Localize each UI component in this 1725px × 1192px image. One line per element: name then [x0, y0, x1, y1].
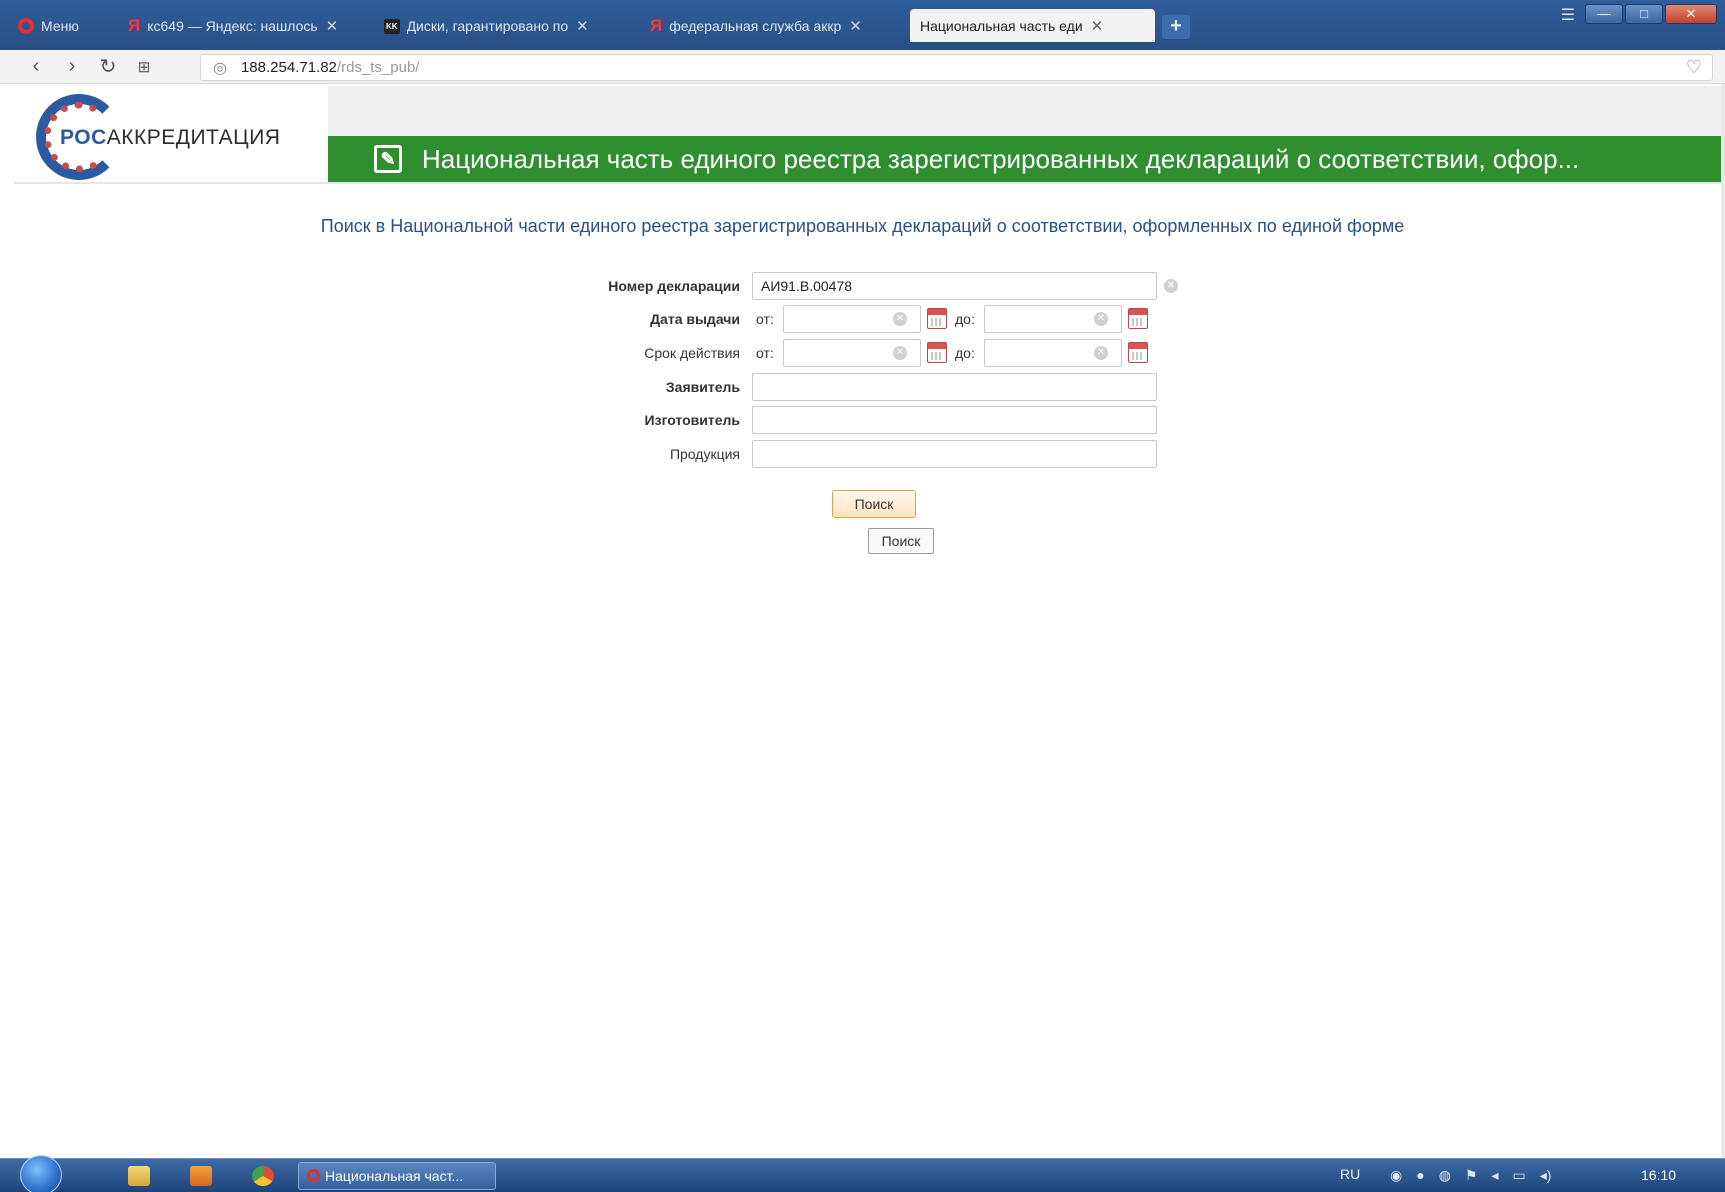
minimize-button[interactable]: —: [1585, 4, 1623, 24]
products-input[interactable]: [752, 440, 1157, 468]
speed-dial-icon[interactable]: ⊞: [126, 58, 162, 76]
page-title: Национальная часть единого реестра зарег…: [422, 143, 1580, 174]
back-button[interactable]: ‹: [18, 55, 54, 78]
declaration-number-row: Номер декларации ✕: [0, 272, 1725, 300]
yandex-icon: Я: [128, 16, 141, 35]
validity-label: Срок действия: [644, 345, 740, 361]
opera-logo-icon: [18, 18, 34, 34]
clear-field-icon[interactable]: ✕: [1094, 312, 1108, 326]
close-tab-icon[interactable]: ✕: [1091, 17, 1104, 35]
media-player-icon[interactable]: [190, 1166, 212, 1186]
start-button[interactable]: [20, 1155, 62, 1192]
action-center-flag-icon[interactable]: ⚑: [1465, 1167, 1478, 1184]
screen: Меню Я кс649 — Яндекс: нашлось ✕ KK Диск…: [0, 0, 1725, 1192]
clear-field-icon[interactable]: ✕: [893, 346, 907, 360]
from-label: от:: [756, 311, 774, 327]
calendar-icon[interactable]: [1128, 308, 1148, 329]
opera-menu-button[interactable]: Меню: [8, 11, 106, 41]
new-tab-button[interactable]: +: [1162, 15, 1190, 39]
clear-field-icon[interactable]: ✕: [893, 312, 907, 326]
calendar-icon[interactable]: [1128, 342, 1148, 363]
calendar-icon[interactable]: [927, 342, 947, 363]
taskbar-opera-window[interactable]: Национальная част...: [298, 1162, 496, 1190]
windows-taskbar: Национальная част... RU ◉ ● ◍ ⚑ ◂ ▭ ◂) 1…: [0, 1155, 1725, 1192]
opera-logo-icon: [307, 1169, 320, 1182]
manufacturer-row: Изготовитель: [0, 406, 1725, 434]
clear-field-icon[interactable]: ✕: [1094, 346, 1108, 360]
declaration-number-label: Номер декларации: [608, 278, 740, 294]
maximize-button[interactable]: □: [1625, 4, 1663, 24]
close-window-button[interactable]: ✕: [1665, 4, 1717, 24]
rosaccreditation-logo[interactable]: РОСАККРЕДИТАЦИЯ: [14, 86, 328, 182]
tab-label: кс649 — Яндекс: нашлось: [147, 18, 318, 34]
close-tab-icon[interactable]: ✕: [576, 17, 589, 35]
registry-header-bar: ✎ Национальная часть единого реестра зар…: [328, 136, 1725, 182]
tab-disks[interactable]: KK Диски, гарантировано по ✕: [374, 11, 634, 41]
forward-button[interactable]: ›: [54, 55, 90, 78]
manufacturer-input[interactable]: [752, 406, 1157, 434]
validity-row: Срок действия от: ✕ до: ✕: [0, 339, 1725, 367]
clear-field-icon[interactable]: ✕: [1164, 279, 1178, 293]
url-path: /rds_ts_pub/: [336, 59, 420, 76]
reload-button[interactable]: ↻: [90, 54, 126, 79]
issue-date-label: Дата выдачи: [650, 311, 740, 327]
site-favicon-icon: KK: [384, 18, 400, 34]
products-label: Продукция: [669, 446, 740, 462]
url-host: 188.254.71.82: [240, 59, 337, 76]
tab-menu-icon[interactable]: ☰: [1561, 5, 1575, 25]
close-tab-icon[interactable]: ✕: [326, 17, 339, 35]
applicant-input[interactable]: [752, 373, 1157, 401]
tray-browser-icon[interactable]: ◍: [1439, 1167, 1451, 1184]
tab-federal-service[interactable]: Я федеральная служба аккр ✕: [640, 11, 896, 41]
chrome-icon[interactable]: [252, 1166, 274, 1186]
browser-tab-bar: Меню Я кс649 — Яндекс: нашлось ✕ KK Диск…: [0, 0, 1725, 50]
search-heading: Поиск в Национальной части единого реест…: [320, 216, 1405, 236]
applicant-label: Заявитель: [665, 379, 740, 395]
volume-icon[interactable]: ◂: [1491, 1167, 1498, 1184]
tab-label: Национальная часть еди: [920, 17, 1083, 34]
issue-date-row: Дата выдачи от: ✕ до: ✕: [0, 305, 1725, 333]
applicant-row: Заявитель: [0, 373, 1725, 401]
declaration-number-input[interactable]: [752, 272, 1157, 300]
tab-label: федеральная служба аккр: [669, 18, 842, 34]
manufacturer-label: Изготовитель: [644, 412, 740, 428]
tab-national-registry[interactable]: Национальная часть еди ✕: [910, 9, 1155, 42]
speaker-icon[interactable]: ◂): [1540, 1167, 1552, 1184]
to-label: до:: [955, 311, 975, 327]
close-tab-icon[interactable]: ✕: [849, 17, 862, 35]
antivirus-icon[interactable]: ◉: [1390, 1167, 1402, 1184]
tab-label: Диски, гарантировано по: [406, 18, 569, 34]
tab-yandex-search[interactable]: Я кс649 — Яндекс: нашлось ✕: [118, 11, 373, 41]
header-divider: [14, 182, 1725, 184]
search-button-secondary[interactable]: Поиск: [868, 528, 934, 554]
explorer-icon[interactable]: [128, 1166, 150, 1186]
calendar-icon[interactable]: [927, 308, 947, 329]
edit-document-icon: ✎: [374, 145, 402, 173]
language-indicator[interactable]: RU: [1340, 1166, 1360, 1182]
network-icon[interactable]: ▭: [1513, 1167, 1526, 1184]
header-top-band: [328, 86, 1725, 136]
window-controls: — □ ✕: [1585, 4, 1717, 24]
tray-app-icon[interactable]: ●: [1416, 1167, 1424, 1184]
search-button[interactable]: Поиск: [832, 490, 916, 518]
site-info-icon[interactable]: ◎: [213, 58, 227, 78]
logo-text: РОСАККРЕДИТАЦИЯ: [60, 126, 281, 149]
system-tray: ◉ ● ◍ ⚑ ◂ ▭ ◂): [1390, 1167, 1551, 1184]
browser-nav-bar: ‹ › ↻ ⊞ ◎ 188.254.71.82 /rds_ts_pub/ ♡: [0, 50, 1725, 84]
bookmark-heart-icon[interactable]: ♡: [1686, 57, 1702, 78]
yandex-icon: Я: [650, 16, 663, 35]
taskbar-task-label: Национальная част...: [325, 1168, 464, 1184]
from-label: от:: [756, 345, 774, 361]
taskbar-clock[interactable]: 16:10: [1641, 1167, 1676, 1183]
products-row: Продукция: [0, 440, 1725, 468]
to-label: до:: [955, 345, 975, 361]
address-bar[interactable]: ◎ 188.254.71.82 /rds_ts_pub/ ♡: [200, 54, 1713, 81]
menu-label: Меню: [41, 18, 79, 34]
page-scrollbar[interactable]: [1721, 84, 1725, 1158]
